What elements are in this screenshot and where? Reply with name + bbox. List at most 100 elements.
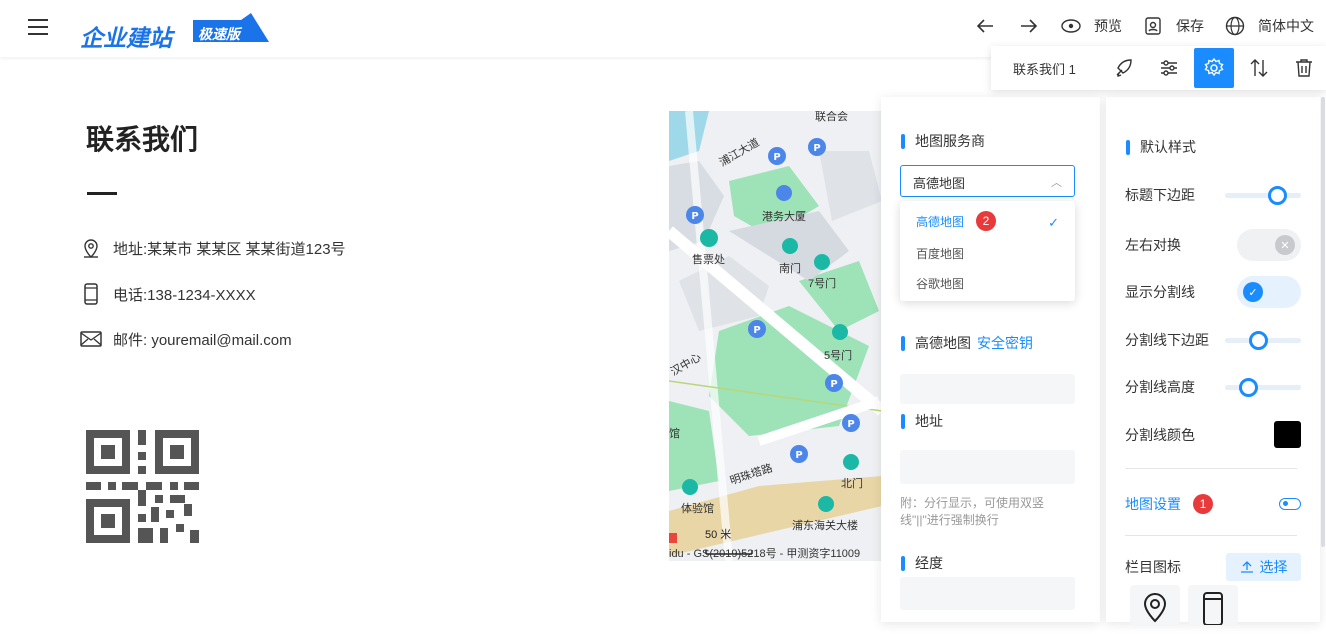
email-row: 邮件: youremail@mail.com [80,328,292,350]
address-section-title: 地址 [901,411,943,431]
choose-button[interactable]: 选择 [1226,553,1301,581]
provider-option[interactable]: 高德地图 2 [916,211,997,231]
map-label: 南门 [779,263,801,275]
annotation-badge: 2 [976,211,997,231]
upload-icon [1240,561,1253,573]
divider-color-row: 分割线颜色 [1125,421,1301,448]
chevron-up-icon: ︿ [1051,177,1062,189]
address-input[interactable] [900,450,1075,484]
annotation-badge: 1 [1193,494,1213,514]
preview-button[interactable]: 预览 [1060,15,1122,37]
security-key-link[interactable]: 安全密钥 [977,333,1033,353]
panel-scrollbar[interactable] [1321,97,1325,547]
divider-margin-slider[interactable] [1225,330,1301,350]
icon-option-location[interactable] [1130,585,1180,625]
panel-divider [1125,468,1297,469]
icon-option-phone[interactable] [1188,585,1238,625]
choose-label: 选择 [1259,559,1288,575]
title-margin-slider[interactable] [1225,185,1301,205]
swap-lr-row: 左右对换 ✕ [1125,229,1301,261]
map-scale: 50 米 [705,529,732,541]
option-label: 百度地图 [916,247,965,261]
map-settings-toggle-icon[interactable] [1279,498,1301,510]
divider-height-row: 分割线高度 [1125,377,1301,397]
show-divider-row: 显示分割线 ✓ [1125,276,1301,308]
component-toolbar: 联系我们 1 [991,46,1326,90]
divider-color-swatch[interactable] [1274,421,1301,448]
amap-key-input[interactable] [900,374,1075,404]
delete-button[interactable] [1284,48,1324,88]
provider-dropdown: 高德地图 2 ✓ 百度地图 谷歌地图 [900,201,1075,301]
provider-select[interactable]: 高德地图 ︿ [900,165,1075,197]
provider-option[interactable]: 谷歌地图 [916,275,964,292]
email-text: 邮件: youremail@mail.com [113,331,292,349]
section-title-text: 默认样式 [1140,139,1196,155]
provider-section-title: 地图服务商 [901,131,985,151]
section-title-text: 经度 [915,555,943,571]
amap-section-title: 高德地图 安全密钥 [901,333,1033,353]
sort-button[interactable] [1239,48,1279,88]
section-marker [901,133,905,149]
address-row: 地址:某某市 某某区 某某街道123号 [80,237,346,259]
menu-icon[interactable] [28,19,48,35]
map-label: 7号门 [808,278,837,290]
section-marker [901,335,905,351]
row-label: 分割线颜色 [1125,426,1195,443]
arrow-left-icon[interactable] [974,15,996,37]
option-label: 高德地图 [916,214,965,229]
default-style-title: 默认样式 [1126,137,1196,157]
location-pin-icon [1143,593,1167,623]
check-icon: ✓ [1048,215,1059,230]
row-label: 分割线下边距 [1125,332,1209,348]
sort-arrows-icon [1250,59,1268,77]
phone-text: 电话:138-1234-XXXX [113,286,256,304]
arrow-right-icon[interactable] [1018,15,1040,37]
location-pin-icon [80,237,102,259]
style-panel: 默认样式 标题下边距 左右对换 ✕ 显示分割线 ✓ 分割线下边距 分割线高度 分… [1106,97,1320,625]
map-label: 馆 [669,428,680,440]
address-hint: 附：分行显示，可使用双竖线"||"进行强制换行 [900,496,1045,527]
title-margin-row: 标题下边距 [1125,185,1301,205]
map-settings-panel: 地图服务商 高德地图 ︿ 高德地图 2 ✓ 百度地图 谷歌地图 高德地图 安全密… [881,97,1100,622]
language-button[interactable]: 简体中文 [1224,15,1314,37]
map-label: 浦东海关大楼 [792,520,858,532]
check-icon: ✓ [1243,282,1263,302]
longitude-section-title: 经度 [901,553,943,573]
save-button[interactable]: 保存 [1142,15,1204,37]
top-actions: 预览 保存 简体中文 [952,15,1314,37]
section-marker [1126,139,1130,155]
qr-code [86,430,199,543]
row-label: 标题下边距 [1125,187,1195,203]
title-divider [87,192,117,195]
provider-option[interactable]: 百度地图 [916,245,964,262]
adjust-button[interactable] [1149,48,1189,88]
contact-title: 联系我们 [86,124,199,155]
svg-text:P: P [753,325,760,336]
section-marker [901,555,905,571]
mail-icon [80,328,102,350]
phone-icon [80,283,102,305]
swap-lr-toggle[interactable]: ✕ [1237,229,1301,261]
settings-button[interactable] [1194,48,1234,88]
section-title-text: 地址 [915,413,943,429]
logo-tag-text: 极速版 [198,26,240,42]
svg-text:P: P [691,211,698,222]
globe-icon [1225,16,1245,36]
longitude-input[interactable] [900,577,1075,610]
map-view[interactable]: PPP PPPP 浦江大道 港务大厦 售票处 南门 7号门 5号门 北门 浦东海… [669,111,882,561]
map-label: 北门 [841,478,863,490]
animation-button[interactable] [1104,48,1144,88]
row-label: 显示分割线 [1125,284,1195,300]
language-label: 简体中文 [1258,18,1314,34]
map-settings-link[interactable]: 地图设置 1 [1125,494,1213,514]
divider-height-slider[interactable] [1225,377,1301,397]
map-label: 体验馆 [681,503,714,515]
svg-text:P: P [773,152,780,163]
save-label: 保存 [1176,18,1204,34]
divider-margin-row: 分割线下边距 [1125,330,1301,350]
panel-divider [1125,535,1297,536]
column-icon-row: 栏目图标 选择 [1125,553,1301,581]
show-divider-toggle[interactable]: ✓ [1237,276,1301,308]
map-canvas: P P P P P P P [669,111,882,561]
logo-text: 企业建站 [80,25,172,51]
